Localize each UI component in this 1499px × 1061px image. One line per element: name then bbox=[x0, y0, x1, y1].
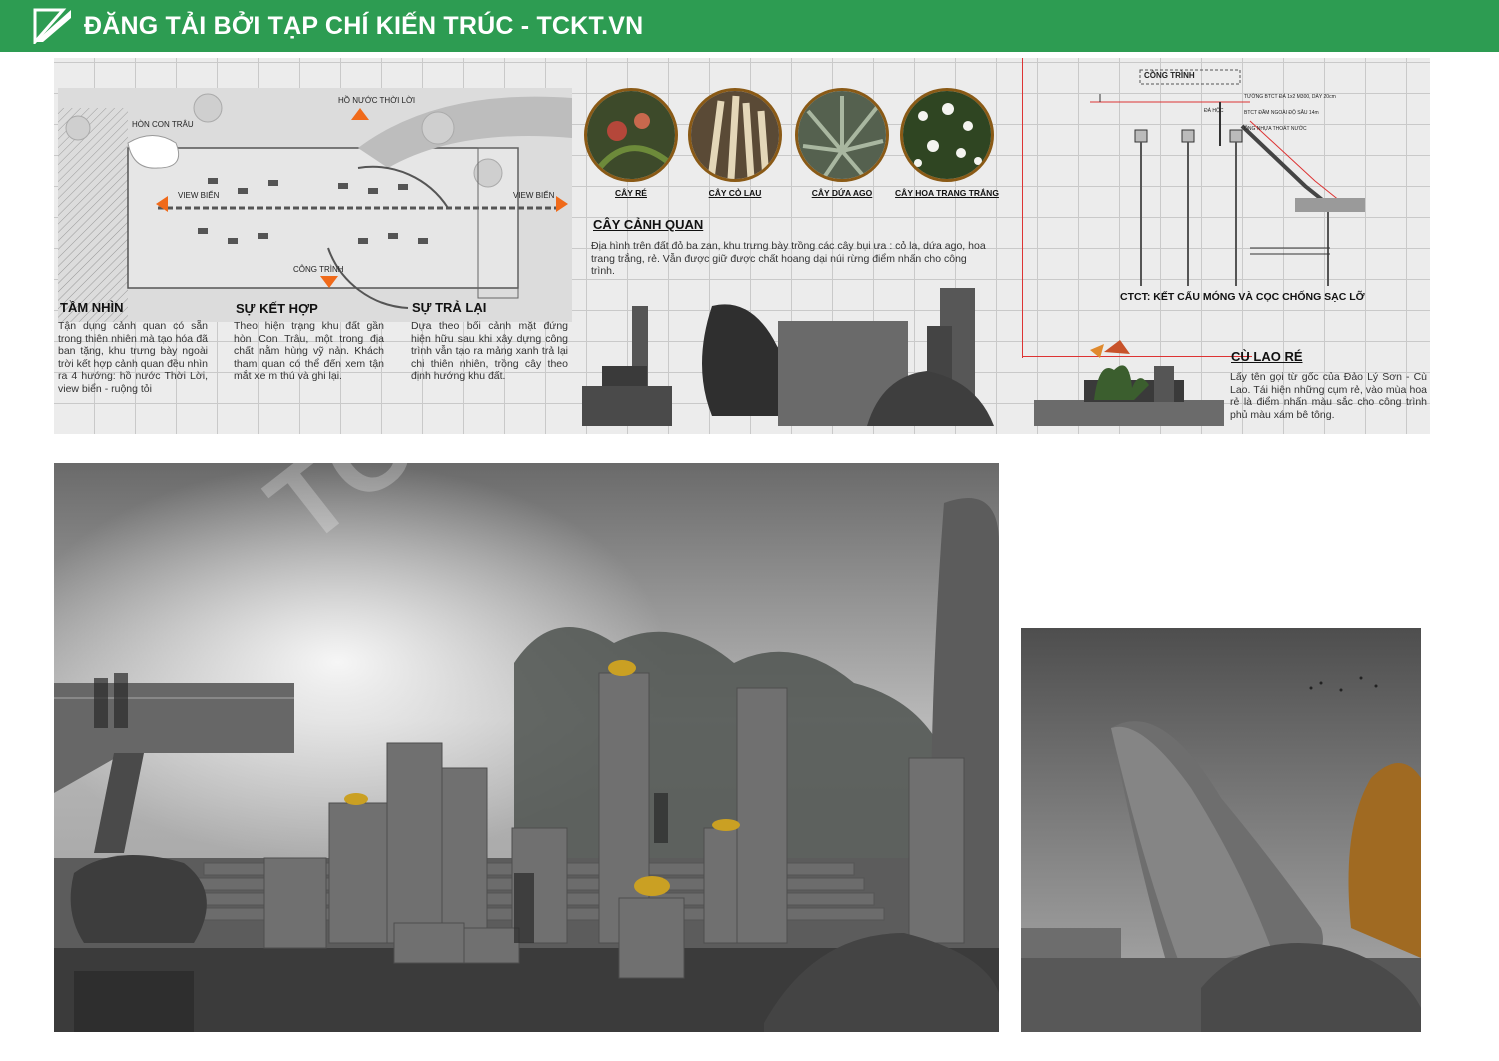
landscape-text: Địa hình trên đất đỏ ba zan, khu trưng b… bbox=[591, 240, 986, 277]
plant-label-cay-co-lau: CÂY CỎ LAU bbox=[708, 188, 762, 198]
detail-note-4: ĐÁ HỘC bbox=[1204, 108, 1224, 114]
detail-caption: CTCT: KẾT CẤU MÓNG VÀ CỌC CHỐNG SẠC LỠ bbox=[1120, 291, 1365, 303]
tckt-logo-icon bbox=[33, 8, 71, 44]
plant-label-cay-hoa-trang-trang: CÂY HOA TRANG TRẮNG bbox=[895, 188, 999, 198]
section-text-su-ket-hop: Theo hiện trạng khu đất gần hòn Con Trâu… bbox=[234, 320, 384, 382]
section-text-tam-nhin: Tận dụng cảnh quan có sẵn trong thiên nh… bbox=[58, 320, 208, 395]
header-title: ĐĂNG TẢI BỞI TẠP CHÍ KIẾN TRÚC - TCKT.VN bbox=[84, 12, 644, 40]
plan-label-view-bien-left: VIEW BIỂN bbox=[178, 191, 220, 200]
rock-render bbox=[1021, 628, 1421, 1032]
arrow-down-icon bbox=[320, 276, 338, 288]
plant-photo-cay-dua-ago bbox=[795, 88, 889, 182]
header-bar: ĐĂNG TẢI BỞI TẠP CHÍ KIẾN TRÚC - TCKT.VN bbox=[0, 0, 1499, 52]
section-text-su-tra-lai: Dựa theo bối cảnh mặt đứng hiện hữu sau … bbox=[411, 320, 568, 382]
plant-label-cay-dua-ago: CÂY DỨA AGO bbox=[811, 188, 873, 198]
detail-note-2: BTCT ĐẦM NGOÀI ĐỘ SÂU 14m bbox=[1244, 110, 1319, 116]
plant-photo-cay-re bbox=[584, 88, 678, 182]
site-plan: HỒ NƯỚC THỜI LỜI HÒN CON TRÂU VIEW BIỂN … bbox=[58, 88, 572, 322]
detail-note-3: ỐNG NHỰA THOÁT NƯỚC bbox=[1244, 126, 1307, 132]
plant-label-cay-re: CÂY RÉ bbox=[615, 188, 647, 198]
main-perspective-render: TCKT.VN bbox=[54, 463, 999, 1032]
presentation-board: ĐĂNG TẢI BỞI TẠP CHÍ KIẾN TRÚC - TCKT.VN bbox=[0, 0, 1499, 1061]
detail-border-line bbox=[1022, 58, 1023, 358]
plan-label-view-bien-right: VIEW BIỂN bbox=[513, 191, 555, 200]
cu-lao-re-title: CÙ LAO RÉ bbox=[1231, 349, 1303, 364]
detail-header-label: CÔNG TRÌNH bbox=[1144, 71, 1195, 80]
plant-photo-cay-co-lau bbox=[688, 88, 782, 182]
cu-lao-re-text: Lấy tên gọi từ gốc của Đảo Lý Sơn - Cù L… bbox=[1230, 371, 1427, 421]
plan-label-ho-nuoc: HỒ NƯỚC THỜI LỜI bbox=[338, 96, 416, 105]
cu-lao-re-render bbox=[1034, 340, 1224, 426]
plant-photo-cay-hoa-trang-trang bbox=[900, 88, 994, 182]
landscape-title: CÂY CẢNH QUAN bbox=[593, 217, 704, 232]
concept-board: HỒ NƯỚC THỜI LỜI HÒN CON TRÂU VIEW BIỂN … bbox=[54, 58, 1430, 434]
section-title-tam-nhin: TẦM NHÌN bbox=[60, 300, 124, 315]
arrow-up-icon bbox=[351, 108, 369, 120]
plan-label-hon-con-trau: HÒN CON TRÂU bbox=[132, 120, 194, 129]
arrow-right-icon bbox=[556, 196, 568, 212]
plan-label-cong-trinh: CÔNG TRÌNH bbox=[293, 265, 344, 274]
section-title-su-tra-lai: SỰ TRẢ LẠI bbox=[412, 300, 487, 315]
concrete-blocks-render bbox=[582, 288, 994, 426]
section-title-su-ket-hop: SỰ KẾT HỢP bbox=[236, 301, 318, 316]
arrow-left-icon bbox=[156, 196, 168, 212]
detail-note-1: TƯỜNG BTCT ĐÁ 1x2 M300, DÀY 20cm bbox=[1244, 94, 1336, 100]
